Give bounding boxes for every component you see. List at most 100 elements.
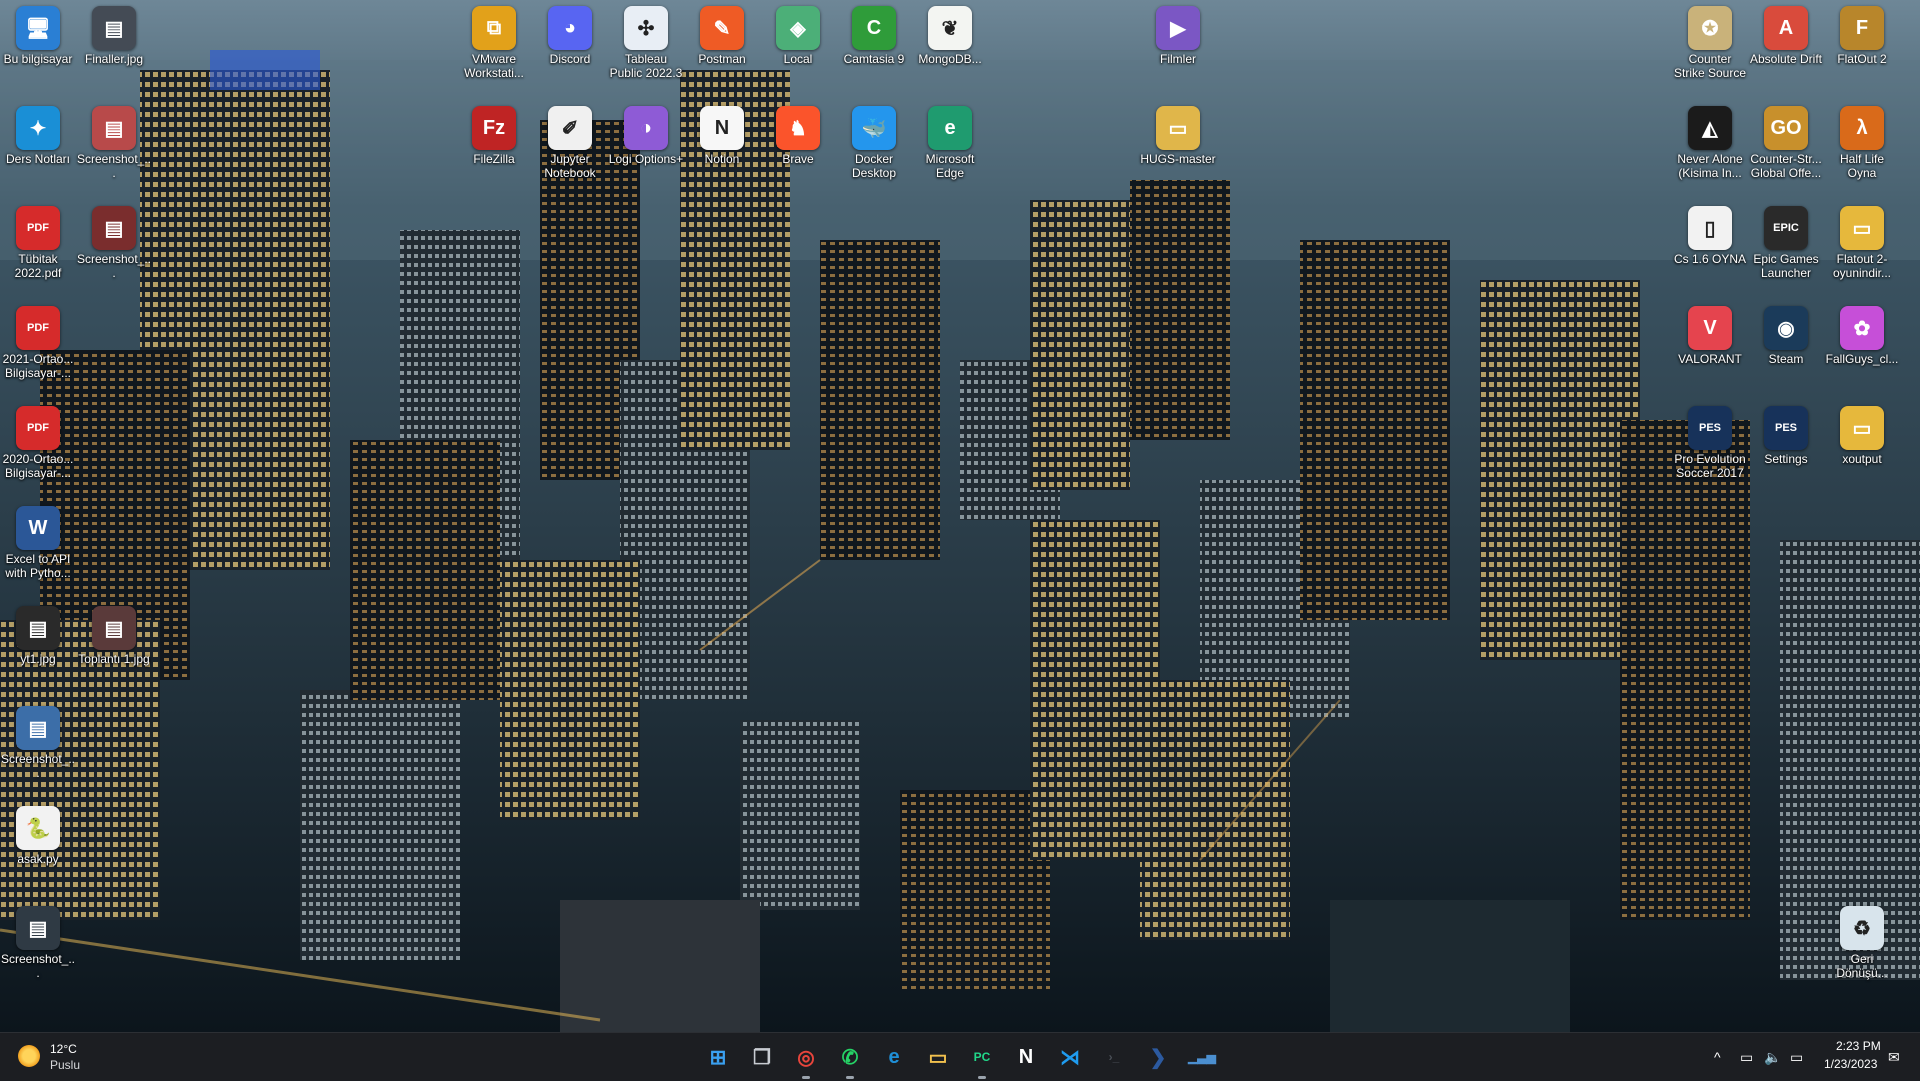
battery-icon[interactable]: ▭ [1790,1049,1803,1066]
desktop-icon[interactable]: ▤ Screenshot_... [76,206,152,280]
desktop-icon[interactable]: A Absolute Drift [1748,6,1824,66]
desktop-icon[interactable]: ▤ Toplantı 1.jpg [76,606,152,666]
desktop-icon[interactable]: PDF 2020-Ortao... Bilgisayar-... [0,406,76,480]
clock-date[interactable]: 1/23/2023 [1824,1057,1877,1071]
brave-icon: ♞ [776,106,820,150]
desktop-icon[interactable]: ▤ yt1.jpg [0,606,76,666]
desktop-icon-label: Settings [1764,452,1808,466]
tableau-icon: ✣ [624,6,668,50]
monitor-icon[interactable]: ▁▃▅ [1186,1041,1218,1073]
local-icon: ◈ [776,6,820,50]
desktop-icon-label: Finaller.jpg [84,52,144,66]
desktop-icon[interactable]: EPIC Epic Games Launcher [1748,206,1824,280]
desktop-icon[interactable]: PDF Tübitak 2022.pdf [0,206,76,280]
desktop-icon[interactable]: ▭ HUGS-master [1140,106,1216,166]
desktop-icon[interactable]: ♻ Geri Dönüşü... [1824,906,1900,980]
chrome-icon[interactable]: ◎ [790,1041,822,1079]
desktop-icon-label: Screenshot_... [76,252,152,280]
recycle-bin-icon: ♻ [1840,906,1884,950]
desktop-icon[interactable]: ▤ Screenshot_... [0,906,76,980]
desktop-icon[interactable]: ◕ Discord [532,6,608,66]
desktop-icon[interactable]: PDF 2021-Ortao... Bilgisayar-... [0,306,76,380]
image-file-icon: ▤ [92,606,136,650]
task-view-icon[interactable]: ❐ [746,1041,778,1073]
desktop-icon-label: Bu bilgisayar [3,52,73,66]
desktop-icon-label: Screenshot_... [76,152,152,180]
desktop-icon[interactable]: C Camtasia 9 [836,6,912,66]
desktop-icon[interactable]: ▯ Cs 1.6 OYNA [1672,206,1748,266]
desktop-icon[interactable]: 🐍 asak.py [0,806,76,866]
vscode-icon[interactable]: ⋊ [1054,1041,1086,1073]
desktop-icon[interactable]: ▭ xoutput [1824,406,1900,466]
desktop-icon[interactable]: ▶ Filmler [1140,6,1216,66]
desktop-icon[interactable]: ♞ Brave [760,106,836,166]
desktop-icon-label: Geri Dönüşü... [1836,952,1888,980]
desktop-icon[interactable]: ✎ Postman [684,6,760,66]
desktop-icon[interactable]: PES Settings [1748,406,1824,466]
edge-icon[interactable]: e [878,1041,910,1073]
desktop-icon-label: Discord [549,52,591,66]
desktop-icon[interactable]: ◈ Local [760,6,836,66]
clock-time[interactable]: 2:23 PM [1836,1039,1881,1053]
weather-condition: Puslu [50,1058,81,1072]
desktop-icon-label: Tableau Public 2022.3 [609,52,683,80]
desktop-icon[interactable]: Fz FileZilla [456,106,532,166]
desktop-icon[interactable]: ◭ Never Alone (Kisima In... [1672,106,1748,180]
desktop-icon[interactable]: ▭ Flatout 2-oyunindir... [1824,206,1900,280]
epic-games-icon: EPIC [1764,206,1808,250]
pdf-icon: PDF [16,306,60,350]
desktop-icon[interactable]: ✦ Ders Notları [0,106,76,166]
desktop-icon[interactable]: 🐳 Docker Desktop [836,106,912,180]
volume-icon[interactable]: 🔈 [1764,1049,1781,1066]
desktop-icon[interactable]: ▤ Screenshot_... [0,706,76,780]
image-file-icon: ▤ [16,706,60,750]
desktop-icon[interactable]: ▤ Screenshot_... [76,106,152,180]
desktop-icon-label: yt1.jpg [20,652,56,666]
desktop-icon-label: VMware Workstati... [464,52,524,80]
powershell-icon[interactable]: ❯ [1142,1041,1174,1073]
folder-icon[interactable]: ▭ [922,1041,954,1073]
postman-icon: ✎ [700,6,744,50]
display-icon[interactable]: ▭ [1740,1049,1753,1066]
folder-icon: ▭ [1840,406,1884,450]
desktop-icon-label: Steam [1768,352,1804,366]
desktop-icon[interactable]: W Excel to API with Pytho... [0,506,76,580]
desktop-icon-label: 2021-Ortao... Bilgisayar-... [2,352,74,380]
desktop-icon[interactable]: ❦ MongoDB... [912,6,988,66]
desktop-icon[interactable]: ◑ Logi Options+ [608,106,684,166]
pycharm-icon[interactable]: PC [966,1041,998,1079]
mongodb-icon: ❦ [928,6,972,50]
desktop-icon-label: Pro Evolution Soccer 2017 [1674,452,1746,480]
absolute-drift-icon: A [1764,6,1808,50]
whatsapp-icon[interactable]: ✆ [834,1041,866,1079]
desktop-icon[interactable]: PES Pro Evolution Soccer 2017 [1672,406,1748,480]
desktop-icon[interactable]: V VALORANT [1672,306,1748,366]
weather-widget[interactable]: 12°C Puslu [14,1039,124,1075]
desktop-icon-label: Logi Options+ [608,152,684,166]
desktop-icon[interactable]: ◉ Steam [1748,306,1824,366]
desktop-icon[interactable]: e Microsoft Edge [912,106,988,180]
desktop-icon[interactable]: ✐ Jupyter Notebook [532,106,608,180]
desktop-icon[interactable]: ▤ Finaller.jpg [76,6,152,66]
flatout-icon: F [1840,6,1884,50]
desktop-icon-label: Counter-Str... Global Offe... [1750,152,1822,180]
desktop-icon[interactable]: ⧉ VMware Workstati... [456,6,532,80]
image-file-icon: ▤ [92,6,136,50]
desktop-icon-label: FlatOut 2 [1837,52,1887,66]
folder-icon: ▭ [1156,106,1200,150]
desktop-icon[interactable]: ✿ FallGuys_cl... [1824,306,1900,366]
desktop-icon[interactable]: 🖥 Bu bilgisayar [0,6,76,66]
windows-start-icon[interactable]: ⊞ [702,1041,734,1073]
desktop-icon[interactable]: λ Half Life Oyna [1824,106,1900,180]
desktop-icon[interactable]: ✣ Tableau Public 2022.3 [608,6,684,80]
notification-icon[interactable]: ✉ [1888,1049,1900,1066]
terminal-icon[interactable]: ›_ [1098,1041,1130,1073]
desktop-icon[interactable]: F FlatOut 2 [1824,6,1900,66]
desktop-icon[interactable]: N Notion [684,106,760,166]
chevron-up-icon[interactable]: ^ [1714,1049,1721,1065]
csgo-icon: GO [1764,106,1808,150]
valorant-icon: V [1688,306,1732,350]
desktop-icon[interactable]: GO Counter-Str... Global Offe... [1748,106,1824,180]
notion-icon[interactable]: N [1010,1041,1042,1073]
desktop-icon[interactable]: ✪ Counter Strike Source [1672,6,1748,80]
